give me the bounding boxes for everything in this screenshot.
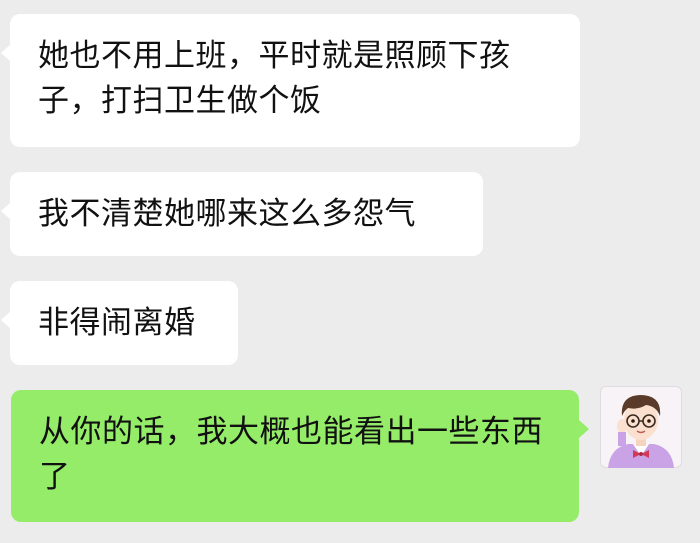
message-text: 从你的话，我大概也能看出一些东西了 (39, 414, 543, 495)
chat-conversation: 她也不用上班，平时就是照顾下孩子，打扫卫生做个饭 我不清楚她哪来这么多怨气 非得… (0, 0, 700, 543)
incoming-message-bubble[interactable]: 非得闹离婚 (1, 281, 238, 365)
incoming-message-bubble[interactable]: 我不清楚她哪来这么多怨气 (1, 172, 483, 256)
cartoon-man-with-glasses-avatar-icon (608, 395, 674, 468)
message-text: 我不清楚她哪来这么多怨气 (38, 196, 416, 232)
incoming-message-bubble[interactable]: 她也不用上班，平时就是照顾下孩子，打扫卫生做个饭 (1, 14, 580, 147)
sender-avatar[interactable] (600, 386, 682, 468)
outgoing-message-bubble[interactable]: 从你的话，我大概也能看出一些东西了 (11, 390, 589, 522)
message-text: 非得闹离婚 (38, 305, 196, 341)
message-text: 她也不用上班，平时就是照顾下孩子，打扫卫生做个饭 (38, 38, 511, 119)
